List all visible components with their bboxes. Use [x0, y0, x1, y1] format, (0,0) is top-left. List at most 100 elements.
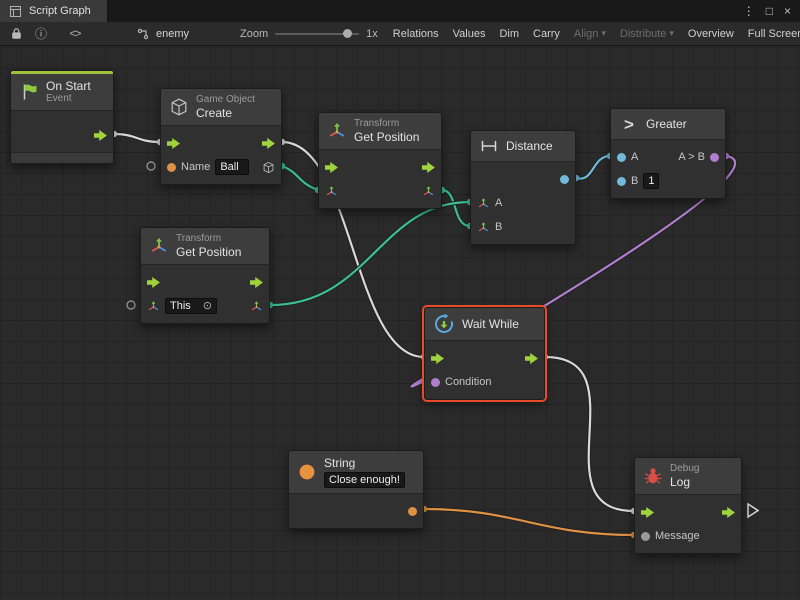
toolbar-button-relations[interactable]: Relations — [387, 28, 445, 40]
port-row — [141, 270, 269, 294]
node-type-label: Transform — [354, 118, 419, 130]
value-field[interactable]: This⊙ — [165, 298, 217, 314]
node-debug-log[interactable]: DebugLog Message — [634, 457, 742, 554]
flow-input-port[interactable] — [147, 277, 160, 288]
transform-port[interactable] — [250, 300, 263, 313]
node-titles: TransformGet Position — [176, 233, 241, 259]
value-output-port[interactable] — [560, 175, 569, 184]
node-header: TransformGet Position — [141, 228, 269, 265]
value-field[interactable]: Ball — [215, 159, 249, 175]
transform-port[interactable] — [147, 300, 160, 313]
value-input-port[interactable] — [641, 532, 650, 541]
node-titles: Wait While — [462, 317, 519, 331]
node-footer — [11, 152, 113, 163]
play-indicator-icon[interactable] — [748, 504, 758, 517]
value-input-port[interactable] — [617, 153, 626, 162]
graph-canvas[interactable]: On StartEventGame ObjectCreateNameBallTr… — [0, 47, 800, 600]
toolbar-button-values[interactable]: Values — [447, 28, 492, 40]
zoom-slider-knob[interactable] — [343, 29, 352, 38]
node-on-start-event[interactable]: On StartEvent — [10, 70, 114, 164]
node-header: TransformGet Position — [319, 113, 441, 150]
flow-input-port[interactable] — [167, 138, 180, 149]
toolbar-button-full-screen[interactable]: Full Screen — [742, 28, 800, 40]
value-output-port[interactable] — [408, 507, 417, 516]
port-row — [161, 131, 281, 155]
port-row — [319, 179, 441, 203]
node-wait-while[interactable]: Wait While Condition — [424, 307, 545, 400]
node-titles: DebugLog — [670, 463, 699, 489]
graph-breadcrumb[interactable]: enemy — [135, 28, 189, 40]
value-field[interactable]: 1 — [643, 173, 659, 189]
flow-output-port[interactable] — [722, 507, 735, 518]
node-body — [319, 150, 441, 208]
value-input-port[interactable] — [167, 163, 176, 172]
node-type-label: Game Object — [196, 94, 255, 106]
node-titles: Greater — [646, 117, 687, 131]
code-icon[interactable]: <> — [67, 28, 83, 40]
game-object-port[interactable] — [262, 161, 275, 174]
node-game-object-create[interactable]: Game ObjectCreateNameBall — [160, 88, 282, 185]
flow-output-port[interactable] — [422, 162, 435, 173]
node-body: Condition — [425, 341, 544, 399]
flag-icon — [19, 82, 39, 102]
wire-wait-while-to-debug-log[interactable] — [545, 357, 634, 511]
node-title: On Start — [46, 79, 91, 93]
wire-on-start-to-create[interactable] — [114, 134, 160, 142]
node-distance[interactable]: DistanceAB — [470, 130, 576, 245]
node-string[interactable]: String Close enough! — [288, 450, 424, 529]
value-field[interactable]: Close enough! — [324, 472, 405, 488]
node-body — [289, 494, 423, 528]
toolbar-button-dim[interactable]: Dim — [493, 28, 525, 40]
flow-output-port[interactable] — [94, 130, 107, 141]
transform-port[interactable] — [325, 185, 338, 198]
menu-icon[interactable]: ⋮ — [743, 5, 755, 17]
wire-string-to-debug-log-message[interactable] — [424, 509, 634, 535]
tab-script-graph[interactable]: Script Graph — [0, 0, 108, 22]
node-title: String — [324, 456, 405, 470]
node-title: Wait While — [462, 317, 519, 331]
node-type-label: Transform — [176, 233, 241, 245]
transform-port[interactable] — [422, 185, 435, 198]
port-label: Name — [181, 161, 210, 173]
lock-icon[interactable] — [8, 27, 24, 40]
port-row: Message — [635, 524, 741, 548]
node-header: String Close enough! — [289, 451, 423, 494]
flow-output-port[interactable] — [262, 138, 275, 149]
script-graph-window: Script Graph ⋮ □ × ⓘ <> enemy Zoom 1x Re… — [0, 0, 800, 600]
graph-name: enemy — [156, 28, 189, 40]
string-circle-icon — [297, 462, 317, 482]
flow-input-port[interactable] — [431, 353, 444, 364]
toolbar-button-label: Distribute — [620, 28, 666, 40]
node-body: Name Ball — [161, 126, 281, 184]
port-label: A > B — [678, 151, 705, 163]
zoom-slider[interactable] — [275, 33, 359, 35]
toolbar-button-distribute: Distribute▾ — [614, 28, 680, 40]
wire-get-position-2-to-distance-a[interactable] — [270, 202, 470, 305]
node-transform-get-position-2[interactable]: TransformGet Position This⊙ — [140, 227, 270, 324]
maximize-icon[interactable]: □ — [766, 5, 773, 17]
value-output-port[interactable] — [710, 153, 719, 162]
flow-input-port[interactable] — [641, 507, 654, 518]
value-input-port[interactable] — [431, 378, 440, 387]
wire-get-position-1-to-distance-b[interactable] — [442, 190, 470, 226]
unconnected-port-indicator[interactable] — [147, 162, 155, 170]
close-icon[interactable]: × — [784, 5, 791, 17]
toolbar-button-overview[interactable]: Overview — [682, 28, 740, 40]
toolbar-button-label: Relations — [393, 28, 439, 40]
transform-port[interactable] — [477, 197, 490, 210]
node-greater[interactable]: >GreaterAA > BB1 — [610, 108, 726, 199]
zoom-control: Zoom 1x — [240, 28, 378, 40]
wire-distance-to-greater-a[interactable] — [576, 156, 610, 179]
info-icon[interactable]: ⓘ — [33, 25, 49, 42]
flow-input-port[interactable] — [325, 162, 338, 173]
toolbar-button-carry[interactable]: Carry — [527, 28, 566, 40]
flow-output-port[interactable] — [250, 277, 263, 288]
transform-port[interactable] — [477, 221, 490, 234]
flow-output-port[interactable] — [525, 353, 538, 364]
transform-icon — [149, 236, 169, 256]
zoom-label: Zoom — [240, 28, 268, 40]
node-body: AA > BB1 — [611, 140, 725, 198]
unconnected-port-indicator[interactable] — [127, 301, 135, 309]
value-input-port[interactable] — [617, 177, 626, 186]
node-transform-get-position-1[interactable]: TransformGet Position — [318, 112, 442, 209]
